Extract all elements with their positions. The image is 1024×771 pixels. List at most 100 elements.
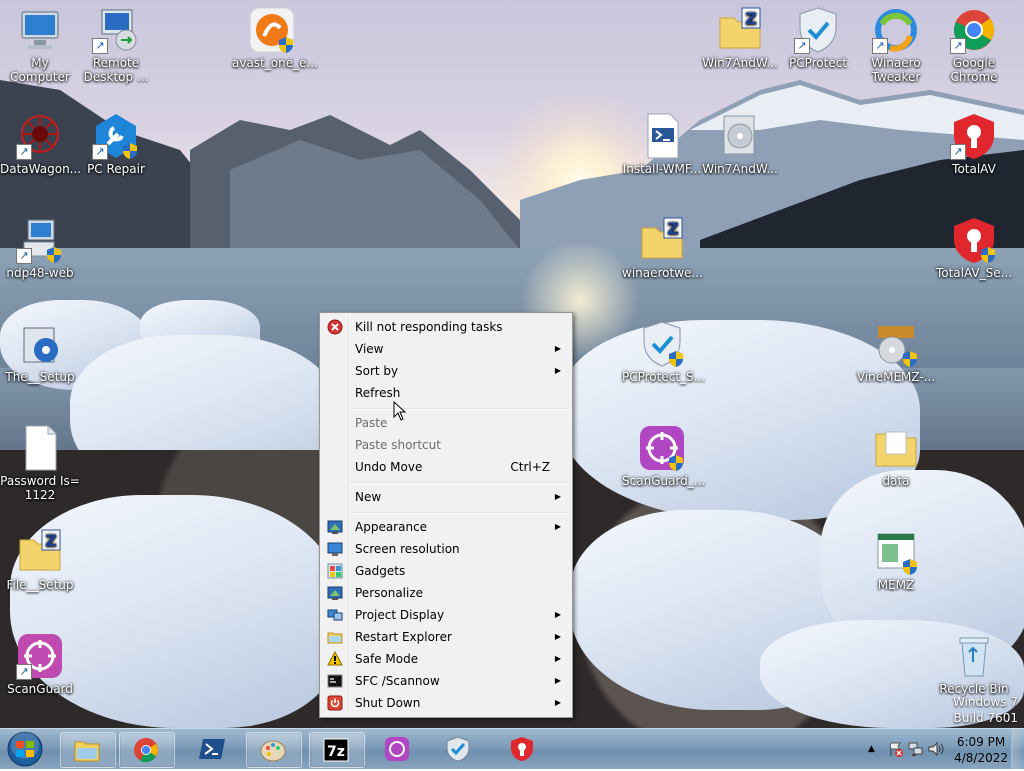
memz-icon [872,528,920,576]
shortcut-arrow-icon: ↗ [16,248,32,264]
desktop-icon-label: VineMEMZ-... [856,370,936,384]
desktop-icon-remote-desktop[interactable]: ↗ Remote Desktop ... [76,6,156,84]
menu-item-sfc-scannow[interactable]: SFC /Scannow ▶ [322,670,570,692]
menu-item-label: Kill not responding tasks [355,320,503,334]
folder-icon [872,424,920,472]
totalav-icon [511,737,533,761]
uac-shield-icon [669,351,683,367]
menu-item-undo-move[interactable]: Undo Move Ctrl+Z [322,456,570,478]
scanguard-icon: ↗ [16,632,64,680]
taskbar-button-chrome[interactable] [119,732,175,768]
taskbar-button-powershell[interactable] [186,732,240,766]
desktop-icon-data-folder[interactable]: data [856,424,936,488]
menu-item-shut-down[interactable]: Shut Down ▶ [322,692,570,714]
uac-shield-icon [903,351,917,367]
menu-item-sort-by[interactable]: Sort by ▶ [322,360,570,382]
menu-item-view[interactable]: View ▶ [322,338,570,360]
desktop-icon-label: Winaero Tweaker [871,56,921,84]
menu-item-paste-shortcut: Paste shortcut [322,434,570,456]
action-center-flag-icon[interactable] [888,741,904,757]
desktop-icon-the-setup[interactable]: The__Setup [0,320,80,384]
menu-item-screen-resolution[interactable]: Screen resolution [322,538,570,560]
svg-text:7z: 7z [327,744,345,760]
menu-item-personalize[interactable]: Personalize [322,582,570,604]
menu-item-safe-mode[interactable]: Safe Mode ▶ [322,648,570,670]
uac-shield-icon [279,37,293,53]
desktop-icon-winaero-tweaker[interactable]: ↗ Winaero Tweaker [856,6,936,84]
watermark-line-2: Build 7601 [953,711,1018,725]
desktop-icon-totalav[interactable]: ↗ TotalAV [934,112,1014,176]
watermark-line-1: Windows 7 [952,695,1018,709]
submenu-arrow-icon: ▶ [554,344,561,353]
vinememz-icon [872,320,920,368]
desktop-icon-memz[interactable]: MEMZ [856,528,936,592]
desktop-icon-install-wmf[interactable]: Install-WMF... [622,112,702,176]
mouse-cursor-icon [393,401,406,421]
desktop-icon-datawagon[interactable]: ↗ DataWagon... [0,112,82,176]
menu-item-label: Paste [355,416,388,430]
desktop-icon-win7andw-iso[interactable]: Win7AndW... [700,112,780,176]
desktop-icon-label: DataWagon... [0,162,82,176]
shortcut-arrow-icon: ↗ [950,144,966,160]
desktop-icon-totalav-setup[interactable]: TotalAV_Se... [934,216,1014,280]
pcprotect-icon [446,736,470,762]
pcprotect-icon [638,320,686,368]
desktop-icon-winaerotweaker-zip[interactable]: Z winaerotwe... [622,216,703,280]
menu-item-appearance[interactable]: Appearance ▶ [322,516,570,538]
volume-icon[interactable] [928,741,944,757]
taskbar-button-explorer[interactable] [60,732,116,768]
powershell-script-icon [638,112,686,160]
menu-item-restart-explorer[interactable]: Restart Explorer ▶ [322,626,570,648]
system-clock[interactable]: 6:09 PM 4/8/2022 [954,734,1008,766]
start-button[interactable] [2,730,48,768]
menu-item-refresh[interactable]: Refresh [322,382,570,404]
uac-shield-icon [669,455,683,471]
setup-installer-icon [16,320,64,368]
menu-item-label: Restart Explorer [355,630,452,644]
desktop-context-menu: Kill not responding tasks View ▶ Sort by… [319,312,573,718]
network-icon[interactable] [908,741,924,757]
desktop-icon-pcprotect[interactable]: ↗ PCProtect [778,6,858,70]
paint-palette-icon [260,740,286,762]
desktop-icon-my-computer[interactable]: My Computer [0,6,80,84]
desktop-icon-vinememz[interactable]: VineMEMZ-... [856,320,936,384]
desktop-icon-pc-repair[interactable]: ↗ PC Repair [76,112,156,176]
taskbar-button-totalav[interactable] [496,732,550,766]
power-icon [327,695,343,711]
desktop-icon-file-setup[interactable]: Z File__Setup [0,528,80,592]
desktop-icon-scanguard[interactable]: ↗ ScanGuard [0,632,80,696]
menu-item-new[interactable]: New ▶ [322,486,570,508]
totalav-icon: ↗ [950,112,998,160]
menu-item-label: View [355,342,384,356]
menu-item-project-display[interactable]: Project Display ▶ [322,604,570,626]
desktop-icon-ndp48-web[interactable]: ↗ ndp48-web [0,216,80,280]
submenu-arrow-icon: ▶ [554,654,561,663]
desktop-icon-win7andw-zip[interactable]: Z Win7AndW... [700,6,780,70]
desktop-icon-scanguard-setup[interactable]: ScanGuard_... [622,424,705,488]
show-hidden-icons-arrow-icon[interactable]: ▲ [868,741,884,757]
taskbar-button-scanguard[interactable] [371,732,425,766]
taskbar-button-pcprotect[interactable] [432,732,486,766]
desktop-icon-label: Google Chrome [950,56,998,84]
desktop-icon-label: ScanGuard [7,682,73,696]
menu-item-label: Appearance [355,520,428,534]
submenu-arrow-icon: ▶ [554,366,561,375]
desktop-icon-avast[interactable]: avast_one_e... [232,6,318,70]
taskbar-button-7zip[interactable]: 7z [309,732,365,768]
installer-icon: ↗ [16,216,64,264]
cmd-icon [327,674,343,688]
taskbar-button-paint[interactable] [246,732,302,768]
desktop-icon-google-chrome[interactable]: ↗ Google Chrome [934,6,1014,84]
show-desktop-button[interactable] [1011,729,1024,769]
explorer-folder-icon [74,741,100,762]
menu-item-kill-tasks[interactable]: Kill not responding tasks [322,316,570,338]
desktop-icon-password-file[interactable]: Password Is= 1122 [0,424,80,502]
desktop-icon-pcprotect-setup[interactable]: PCProtect_S... [622,320,705,384]
zip-folder-icon: Z [16,528,64,576]
uac-shield-icon [903,559,917,575]
menu-item-gadgets[interactable]: Gadgets [322,560,570,582]
shortcut-arrow-icon: ↗ [16,664,32,680]
taskbar: 7z ▲ 6:09 PM 4/8/2022 [0,728,1024,769]
desktop-icon-recycle-bin[interactable]: Recycle Bin [934,632,1014,696]
shortcut-arrow-icon: ↗ [950,38,966,54]
